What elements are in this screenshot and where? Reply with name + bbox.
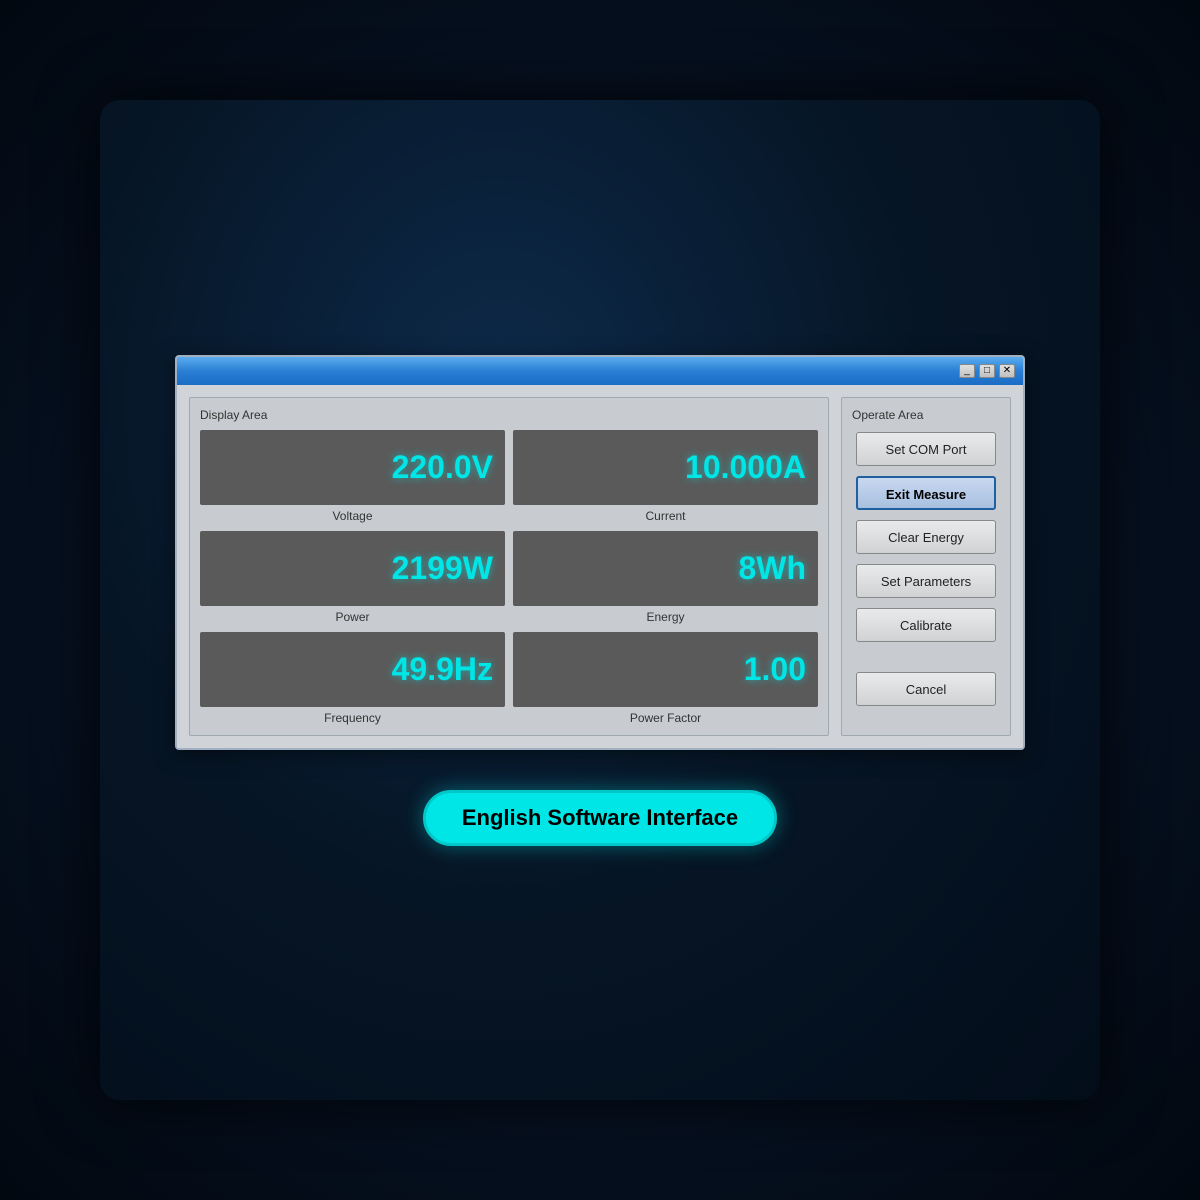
metric-label-current: Current — [645, 509, 685, 523]
metric-display-current: 10.000A — [513, 430, 818, 505]
metric-value-voltage: 220.0V — [392, 449, 493, 486]
metric-cell-frequency: 49.9Hz Frequency — [200, 632, 505, 725]
display-area-label: Display Area — [200, 408, 818, 422]
metric-cell-current: 10.000A Current — [513, 430, 818, 523]
clear-energy-button[interactable]: Clear Energy — [856, 520, 996, 554]
close-button[interactable]: ✕ — [999, 364, 1015, 378]
exit-measure-button[interactable]: Exit Measure — [856, 476, 996, 510]
metric-label-voltage: Voltage — [332, 509, 372, 523]
metrics-grid: 220.0V Voltage 10.000A Current — [200, 430, 818, 725]
operate-area: Operate Area Set COM Port Exit Measure C… — [841, 397, 1011, 736]
metric-cell-power: 2199W Power — [200, 531, 505, 624]
metric-display-energy: 8Wh — [513, 531, 818, 606]
metric-label-power-factor: Power Factor — [630, 711, 701, 725]
window-controls: _ □ ✕ — [959, 364, 1015, 378]
metric-display-voltage: 220.0V — [200, 430, 505, 505]
outer-container: _ □ ✕ Display Area 220.0V — [100, 100, 1100, 1100]
metric-label-energy: Energy — [646, 610, 684, 624]
operate-area-label: Operate Area — [852, 408, 1000, 422]
metric-display-frequency: 49.9Hz — [200, 632, 505, 707]
set-parameters-button[interactable]: Set Parameters — [856, 564, 996, 598]
maximize-button[interactable]: □ — [979, 364, 995, 378]
metric-value-power-factor: 1.00 — [744, 651, 806, 688]
metric-cell-voltage: 220.0V Voltage — [200, 430, 505, 523]
title-bar: _ □ ✕ — [177, 357, 1023, 385]
metric-value-energy: 8Wh — [738, 550, 806, 587]
metric-display-power-factor: 1.00 — [513, 632, 818, 707]
calibrate-button[interactable]: Calibrate — [856, 608, 996, 642]
display-area: Display Area 220.0V Voltage 10.000A — [189, 397, 829, 736]
set-com-port-button[interactable]: Set COM Port — [856, 432, 996, 466]
bottom-label-container: English Software Interface — [423, 790, 777, 846]
metric-value-power: 2199W — [392, 550, 493, 587]
metric-cell-power-factor: 1.00 Power Factor — [513, 632, 818, 725]
window-body: Display Area 220.0V Voltage 10.000A — [177, 385, 1023, 748]
metric-display-power: 2199W — [200, 531, 505, 606]
app-window: _ □ ✕ Display Area 220.0V — [175, 355, 1025, 750]
metric-value-current: 10.000A — [685, 449, 806, 486]
metric-label-power: Power — [335, 610, 369, 624]
metric-cell-energy: 8Wh Energy — [513, 531, 818, 624]
cancel-button[interactable]: Cancel — [856, 672, 996, 706]
bottom-label: English Software Interface — [423, 790, 777, 846]
button-spacer — [852, 652, 1000, 672]
metric-label-frequency: Frequency — [324, 711, 381, 725]
metric-value-frequency: 49.9Hz — [392, 651, 493, 688]
minimize-button[interactable]: _ — [959, 364, 975, 378]
